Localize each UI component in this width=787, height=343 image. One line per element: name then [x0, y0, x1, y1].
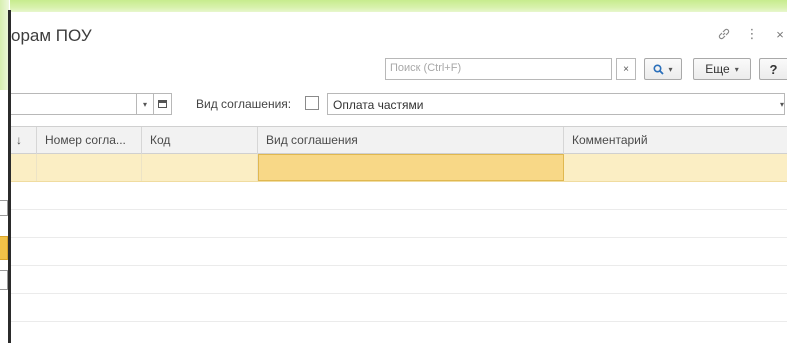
- search-icon: [653, 63, 665, 75]
- background-window-element: [0, 200, 8, 216]
- table-row[interactable]: [11, 182, 787, 210]
- left-window-frame: [0, 0, 11, 343]
- calendar-button[interactable]: [154, 93, 172, 115]
- table-row[interactable]: [11, 266, 787, 294]
- table-header: ↓ Номер согла... Код Вид соглашения Комм…: [11, 126, 787, 154]
- column-header-comment[interactable]: Комментарий: [564, 127, 787, 154]
- period-field[interactable]: [11, 93, 137, 115]
- close-icon: ×: [623, 63, 629, 75]
- page-title: орам ПОУ: [11, 26, 92, 45]
- chevron-down-icon: ▾: [734, 64, 739, 74]
- column-header-number[interactable]: Номер согла...: [37, 127, 142, 154]
- period-dropdown-button[interactable]: ▾: [137, 93, 154, 115]
- calendar-icon: [158, 100, 167, 108]
- agreement-type-label: Вид соглашения:: [196, 97, 292, 111]
- search-button[interactable]: ▾: [644, 58, 682, 80]
- more-vertical-icon[interactable]: ⋮: [745, 26, 759, 42]
- link-icon[interactable]: [717, 26, 731, 42]
- agreements-table: ↓ Номер согла... Код Вид соглашения Комм…: [11, 126, 787, 343]
- table-row[interactable]: [11, 154, 787, 182]
- agreement-type-checkbox[interactable]: [305, 96, 319, 110]
- column-header-agreement-type[interactable]: Вид соглашения: [258, 127, 564, 154]
- chevron-down-icon: ▾: [668, 64, 673, 74]
- more-actions-button[interactable]: Еще ▾: [693, 58, 751, 80]
- chevron-down-icon[interactable]: ▾: [777, 93, 787, 115]
- clear-search-button[interactable]: ×: [616, 58, 636, 80]
- window-header-controls: ⋮ ×: [717, 26, 787, 42]
- table-row[interactable]: [11, 294, 787, 322]
- help-button[interactable]: ?: [759, 58, 787, 80]
- background-window-element: [0, 236, 8, 260]
- chevron-down-icon: ▾: [142, 99, 147, 109]
- table-cell[interactable]: [37, 154, 142, 181]
- column-header-code[interactable]: Код: [142, 127, 258, 154]
- agreement-type-field[interactable]: Оплата частями: [327, 93, 785, 115]
- search-input[interactable]: Поиск (Ctrl+F): [385, 58, 612, 80]
- table-row[interactable]: [11, 322, 787, 343]
- table-cell[interactable]: [142, 154, 258, 181]
- form-window: орам ПОУ ⋮ × Поиск (Ctrl+F) × ▾ Еще ▾ ? …: [11, 12, 787, 343]
- background-window-element: [0, 270, 8, 290]
- table-cell[interactable]: [564, 154, 787, 181]
- more-button-label: Еще: [705, 62, 730, 76]
- table-row[interactable]: [11, 210, 787, 238]
- close-icon[interactable]: ×: [773, 26, 787, 42]
- table-row[interactable]: [11, 238, 787, 266]
- sort-column-header[interactable]: ↓: [11, 127, 37, 154]
- table-cell[interactable]: [11, 154, 37, 181]
- table-cell-active[interactable]: [258, 154, 564, 181]
